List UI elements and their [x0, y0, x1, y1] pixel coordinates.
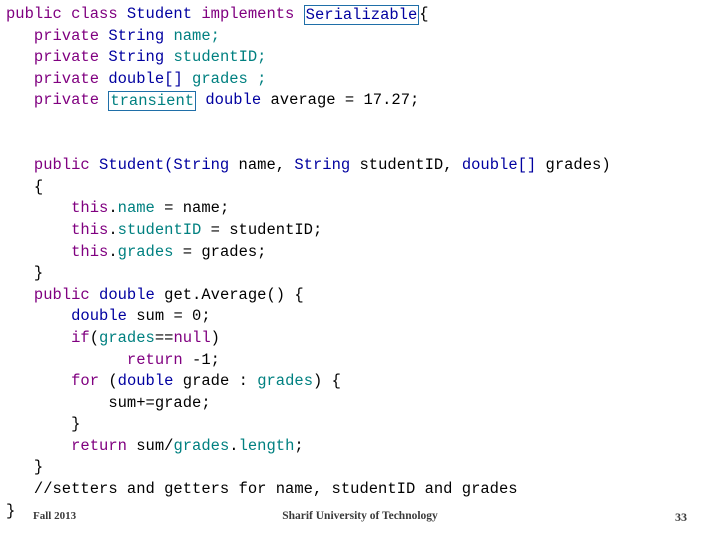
code-line: } [6, 414, 718, 436]
code-token: private [6, 69, 109, 88]
code-token: grades [117, 242, 183, 261]
code-token: grades [173, 436, 230, 455]
code-token: for [6, 372, 109, 391]
code-token: = studentID; [210, 220, 323, 239]
slide-canvas: public class Student implements Serializ… [0, 0, 720, 540]
code-token: grades [99, 328, 155, 347]
highlighted-token: transient [108, 91, 197, 112]
code-token: get.Average() { [164, 285, 304, 304]
code-line: { [6, 177, 718, 199]
code-line: sum+=grade; [6, 393, 718, 415]
code-token: { [419, 5, 429, 23]
code-line: } [6, 457, 718, 479]
code-token: studentID; [173, 48, 267, 67]
code-token: this [6, 220, 109, 239]
code-token: double[] [461, 156, 546, 175]
code-token: } [6, 458, 44, 477]
code-line: double sum = 0; [6, 306, 718, 328]
code-token: ) [210, 328, 220, 347]
code-token: studentID [117, 220, 211, 239]
code-token: double[] [108, 69, 193, 88]
code-token: double [99, 285, 165, 304]
code-token: sum+=grade; [6, 393, 211, 412]
code-token: grades [257, 372, 313, 391]
code-token: . [229, 436, 239, 455]
code-token: = grades; [182, 242, 267, 261]
code-token: } [6, 415, 81, 434]
code-token: Student [126, 5, 202, 23]
code-token: ) { [313, 372, 341, 391]
code-token: implements [201, 5, 304, 23]
code-line: //setters and getters for name, studentI… [6, 479, 718, 501]
code-token: private [6, 91, 109, 110]
code-line: } [6, 263, 718, 285]
code-token: ; [294, 436, 304, 455]
code-line: private double[] grades ; [6, 69, 718, 91]
code-token: length [238, 436, 295, 455]
code-token: grades ; [192, 69, 267, 88]
code-line: public class Student implements Serializ… [6, 4, 718, 26]
code-line: public double get.Average() { [6, 285, 718, 307]
code-token: . [108, 220, 118, 239]
code-line: for (double grade : grades) { [6, 371, 718, 393]
code-line: private String name; [6, 26, 718, 48]
code-token: double [6, 307, 137, 326]
code-line: this.studentID = studentID; [6, 220, 718, 242]
code-token: String [294, 156, 360, 175]
code-token: = name; [164, 199, 230, 218]
code-token: public class [6, 5, 127, 23]
code-token: studentID, [359, 156, 462, 175]
code-line: return sum/grades.length; [6, 436, 718, 458]
code-line: private String studentID; [6, 47, 718, 69]
code-token: String [108, 48, 174, 67]
code-line: if(grades==null) [6, 328, 718, 350]
code-token: ( [108, 372, 118, 391]
code-line: private transient double average = 17.27… [6, 90, 718, 112]
code-line: public Student(String name, String stude… [6, 155, 718, 177]
code-token: if [6, 328, 90, 347]
code-token: public [6, 156, 100, 175]
slide-footer: Fall 2013 Sharif University of Technolog… [0, 510, 720, 532]
slide-number: 33 [675, 510, 687, 524]
code-token: grades) [545, 156, 611, 175]
code-token: Student(String [99, 156, 239, 175]
code-token: null [173, 328, 211, 347]
code-token: name [117, 199, 165, 218]
code-token: { [6, 177, 44, 196]
code-token: double [196, 91, 271, 110]
code-token: } [6, 264, 44, 283]
code-token: double [117, 372, 183, 391]
code-line: this.name = name; [6, 198, 718, 220]
highlighted-token: Serializable [303, 5, 420, 25]
code-token: sum/ [136, 436, 174, 455]
code-line: return -1; [6, 350, 718, 372]
code-token: String [108, 26, 174, 45]
code-token: this [6, 199, 109, 218]
code-token: private [6, 26, 109, 45]
footer-institution: Sharif University of Technology [282, 510, 438, 522]
code-token: grade : [182, 372, 258, 391]
java-code-listing: public class Student implements Serializ… [6, 4, 718, 522]
code-token: sum = 0; [136, 307, 211, 326]
code-token: . [108, 199, 118, 218]
code-token: return [6, 350, 193, 369]
code-token: name; [173, 26, 220, 45]
code-token: return [6, 436, 137, 455]
code-token: this [6, 242, 109, 261]
code-token: ( [89, 328, 100, 347]
code-token: name, [238, 156, 295, 175]
code-token: public [6, 285, 100, 304]
code-token: . [108, 242, 118, 261]
code-token: == [154, 328, 174, 347]
code-token: private [6, 48, 109, 67]
code-token: //setters and getters for name, studentI… [6, 480, 518, 499]
code-token: average = 17.27; [270, 91, 420, 110]
code-line: this.grades = grades; [6, 242, 718, 264]
code-token: -1; [192, 350, 220, 369]
